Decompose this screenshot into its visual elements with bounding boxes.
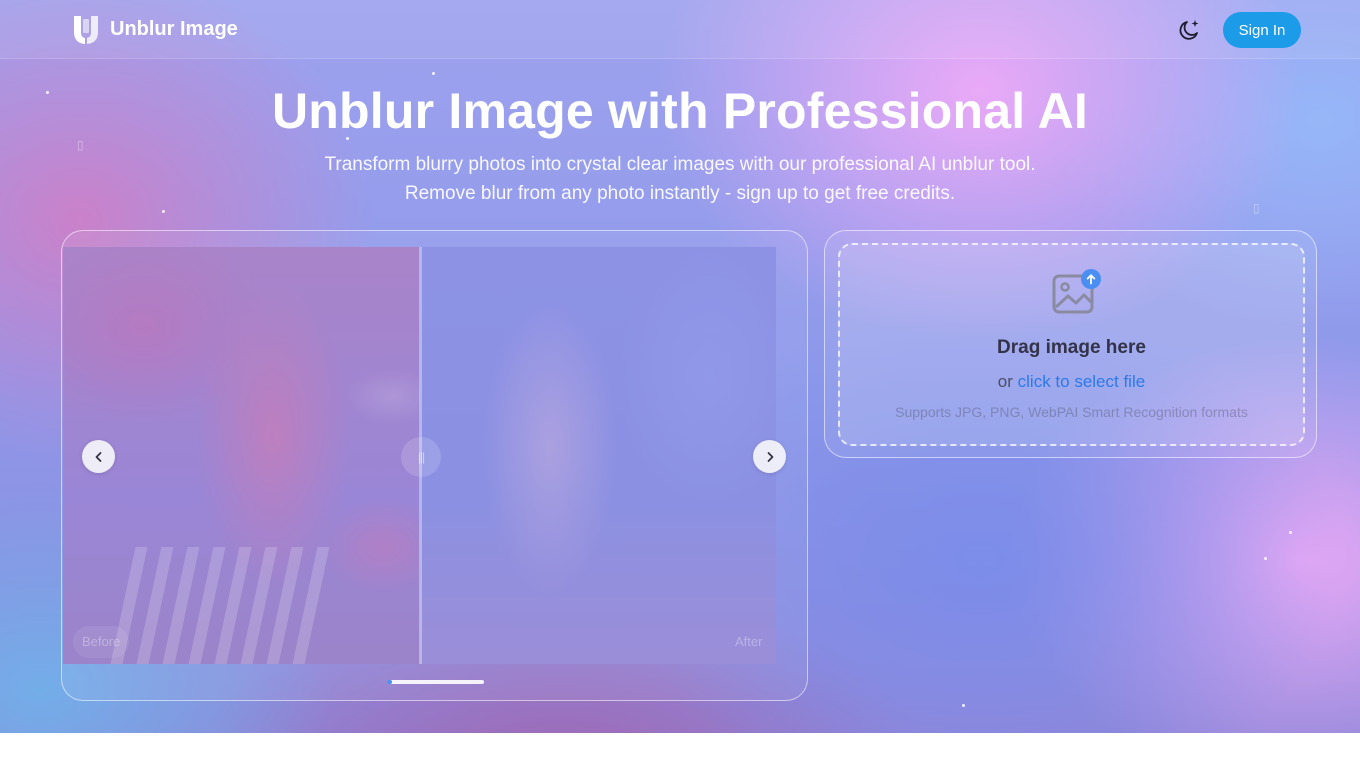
comparison-image-area[interactable]: ||| Before After [63,247,776,664]
select-file-link[interactable]: click to select file [1018,372,1146,391]
brand-name[interactable]: Unblur Image [110,18,238,41]
next-slide-button[interactable] [753,440,786,473]
chevron-right-icon [767,451,773,462]
chevron-left-icon [95,451,101,462]
page-subtitle-line-1: Transform blurry photos into crystal cle… [324,154,1036,175]
previous-slide-button[interactable] [82,440,115,473]
sparkle-dot [162,210,165,213]
dropzone-or-text: or [997,372,1018,391]
carousel-progress-fill [387,680,392,684]
carousel-progress [387,680,484,684]
sign-in-button[interactable]: Sign In [1223,12,1301,48]
before-after-comparison: ||| Before After [61,230,808,701]
sparkle-dot [962,704,965,707]
upload-panel: Drag image here or click to select file … [824,230,1317,458]
u-logo-icon[interactable] [72,15,100,45]
dropzone-instruction: or click to select file [840,372,1303,392]
after-label: After [735,634,763,649]
page-title-text: Unblur Image with Professional AI [272,83,1088,139]
after-image [420,247,776,664]
dropzone-title: Drag image here [997,337,1146,358]
before-image [63,247,420,664]
floating-glyph: ▯ [77,138,84,152]
page-subtitle-line-2: Remove blur from any photo instantly - s… [404,183,956,204]
image-upload-icon [1052,269,1101,314]
page-title: Unblur Image with Professional AI [0,82,1360,140]
sparkle-dot [1264,557,1267,560]
slider-handle[interactable]: ||| [401,437,441,477]
sparkle-dot [1289,531,1292,534]
before-label: Before [73,626,130,658]
supported-formats-text: Supports JPG, PNG, WebPAI Smart Recognit… [895,404,1248,420]
moon-sparkle-icon[interactable] [1175,16,1203,44]
image-dropzone[interactable]: Drag image here or click to select file … [838,243,1305,446]
sparkle-dot [432,72,435,75]
top-navbar: Unblur Image Sign In [0,0,1360,59]
